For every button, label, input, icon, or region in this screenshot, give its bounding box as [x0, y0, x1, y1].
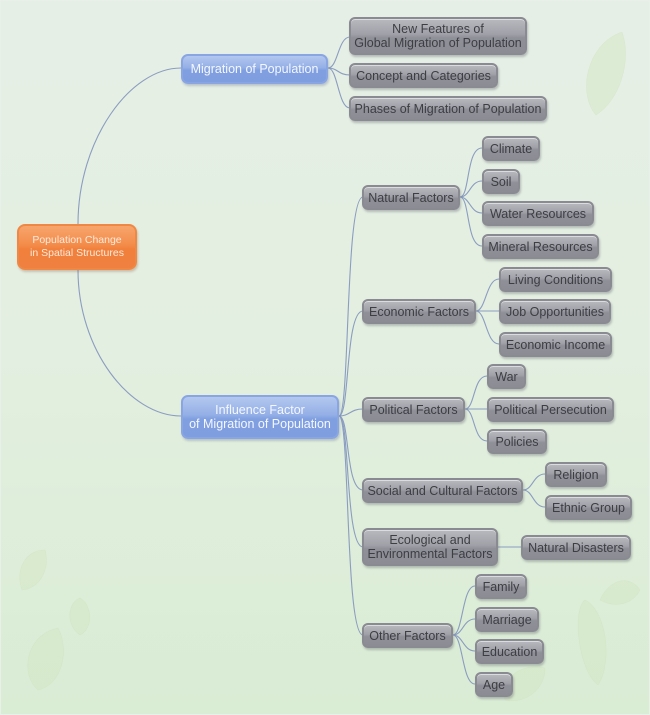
- subtopic-marriage[interactable]: Marriage: [475, 607, 539, 632]
- topic-economic-factors[interactable]: Economic Factors: [362, 299, 476, 324]
- subtopic-label: Mineral Resources: [488, 239, 593, 254]
- subtopic-label: Ethnic Group: [552, 500, 625, 515]
- connector-line: [522, 489, 546, 508]
- branch-migration-of-population[interactable]: Migration of Population: [181, 54, 328, 84]
- topic-label: Natural Factors: [368, 190, 454, 205]
- connector-line: [338, 415, 364, 548]
- branch-label-line1: Influence Factor: [215, 403, 305, 417]
- subtopic-water-resources[interactable]: Water Resources: [482, 201, 594, 226]
- subtopic-war[interactable]: War: [487, 364, 526, 389]
- subtopic-age[interactable]: Age: [475, 672, 513, 697]
- subtopic-label: Age: [482, 677, 506, 692]
- topic-new-features[interactable]: New Features of Global Migration of Popu…: [349, 17, 527, 55]
- subtopic-ethnic-group[interactable]: Ethnic Group: [545, 495, 632, 520]
- topic-phases-of-migration[interactable]: Phases of Migration of Population: [349, 96, 547, 121]
- topic-label-line1: New Features of: [392, 22, 484, 36]
- topic-label: Political Factors: [369, 402, 458, 417]
- subtopic-label: Economic Income: [505, 337, 606, 352]
- connector-line: [475, 310, 500, 345]
- connector-line: [452, 634, 476, 685]
- topic-concept-and-categories[interactable]: Concept and Categories: [349, 63, 498, 88]
- connector-line: [77, 269, 182, 417]
- subtopic-label: Political Persecution: [494, 402, 607, 417]
- connector-line: [522, 473, 546, 491]
- branch-influence-factor[interactable]: Influence Factor of Migration of Populat…: [181, 395, 339, 439]
- topic-other-factors[interactable]: Other Factors: [362, 623, 453, 648]
- topic-label-line2: Environmental Factors: [367, 547, 493, 561]
- subtopic-label: Family: [482, 579, 520, 594]
- subtopic-soil[interactable]: Soil: [482, 169, 520, 194]
- topic-label-line1: Ecological and: [389, 533, 471, 547]
- connector-line: [338, 415, 364, 636]
- subtopic-label: Climate: [489, 141, 533, 156]
- connector-line: [327, 67, 351, 109]
- topic-label: Other Factors: [369, 628, 446, 643]
- branch-label-line2: of Migration of Population: [189, 417, 331, 431]
- subtopic-policies[interactable]: Policies: [487, 429, 547, 454]
- connector-line: [459, 147, 483, 198]
- topic-political-factors[interactable]: Political Factors: [362, 397, 465, 422]
- subtopic-natural-disasters[interactable]: Natural Disasters: [521, 535, 631, 560]
- subtopic-job-opportunities[interactable]: Job Opportunities: [499, 299, 611, 324]
- subtopic-label: Religion: [553, 467, 599, 482]
- subtopic-political-persecution[interactable]: Political Persecution: [487, 397, 614, 422]
- root-node-line2: in Spatial Structures: [30, 247, 124, 259]
- topic-label: Social and Cultural Factors: [367, 483, 518, 498]
- subtopic-education[interactable]: Education: [475, 639, 544, 664]
- connector-line: [77, 67, 182, 225]
- connector-line: [327, 36, 351, 69]
- subtopic-climate[interactable]: Climate: [482, 136, 540, 161]
- connector-layer: [77, 36, 546, 685]
- subtopic-label: Soil: [490, 174, 512, 189]
- branch-label: Migration of Population: [190, 62, 319, 76]
- topic-label: Economic Factors: [368, 304, 470, 319]
- connector-line: [464, 408, 488, 442]
- topic-ecological-environmental-factors[interactable]: Ecological and Environmental Factors: [362, 528, 498, 566]
- topic-natural-factors[interactable]: Natural Factors: [362, 185, 460, 210]
- subtopic-label: Education: [481, 644, 538, 659]
- subtopic-economic-income[interactable]: Economic Income: [499, 332, 612, 357]
- subtopic-label: Policies: [495, 434, 539, 449]
- subtopic-label: Marriage: [482, 612, 532, 627]
- subtopic-religion[interactable]: Religion: [545, 462, 607, 487]
- connector-line: [475, 278, 500, 312]
- subtopic-living-conditions[interactable]: Living Conditions: [499, 267, 612, 292]
- subtopic-family[interactable]: Family: [475, 574, 527, 599]
- topic-label: Concept and Categories: [356, 68, 491, 83]
- subtopic-label: Living Conditions: [507, 272, 604, 287]
- connector-line: [338, 196, 364, 417]
- root-node-line1: Population Change: [32, 234, 122, 246]
- topic-label-line2: Global Migration of Population: [354, 36, 522, 50]
- root-node[interactable]: Population Change in Spatial Structures: [17, 224, 137, 270]
- topic-social-and-cultural-factors[interactable]: Social and Cultural Factors: [362, 478, 523, 503]
- subtopic-label: Water Resources: [489, 206, 587, 221]
- connector-line: [452, 585, 476, 636]
- subtopic-mineral-resources[interactable]: Mineral Resources: [482, 234, 599, 259]
- subtopic-label: Natural Disasters: [528, 540, 624, 555]
- subtopic-label: Job Opportunities: [506, 304, 604, 319]
- topic-label: Phases of Migration of Population: [354, 101, 542, 116]
- connector-line: [459, 196, 483, 247]
- connector-line: [338, 310, 364, 417]
- connector-line: [464, 375, 488, 410]
- subtopic-label: War: [495, 369, 518, 384]
